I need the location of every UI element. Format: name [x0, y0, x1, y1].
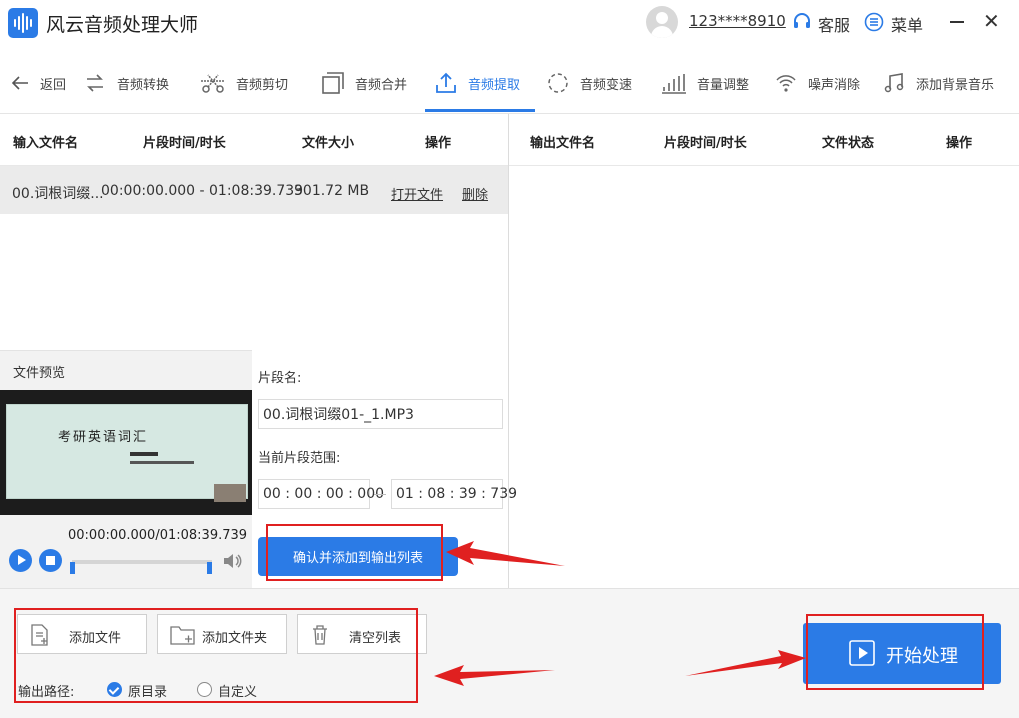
merge-icon [322, 72, 344, 94]
col-input-duration: 片段时间/时长 [143, 136, 226, 151]
delete-link[interactable]: 删除 [462, 184, 488, 203]
customer-service-button[interactable]: 客服 [818, 12, 850, 36]
close-button[interactable]: ✕ [983, 10, 1000, 32]
col-output-duration: 片段时间/时长 [664, 136, 747, 151]
col-input-action: 操作 [425, 136, 452, 151]
app-logo-icon [8, 8, 38, 38]
user-account-link[interactable]: 123****8910 [689, 12, 786, 30]
app-title: 风云音频处理大师 [46, 14, 199, 36]
annotation-box-confirm [266, 524, 443, 581]
convert-icon [87, 74, 103, 92]
menu-button[interactable]: 菜单 [891, 12, 923, 36]
active-tab-indicator [425, 109, 535, 112]
title-bar: 风云音频处理大师 123****8910 客服 菜单 ✕ [0, 0, 1019, 46]
segment-name-input[interactable]: 00.词根词缀01-_1.MP3 [258, 399, 503, 429]
tab-audio-speed[interactable]: 音频变速 [546, 68, 632, 98]
annotation-box-start [806, 614, 984, 690]
slide-text-line [130, 461, 194, 464]
tab-noise-removal[interactable]: 噪声消除 [774, 68, 860, 98]
presenter-video-thumbnail [214, 484, 246, 502]
range-slider[interactable] [72, 560, 212, 564]
tab-label: 音频合并 [355, 77, 408, 93]
tab-audio-merge[interactable]: 音频合并 [321, 68, 407, 98]
tab-label: 添加背景音乐 [916, 77, 995, 93]
menu-icon[interactable] [864, 12, 884, 32]
range-start-handle[interactable] [70, 562, 75, 574]
segment-range-label: 当前片段范围: [258, 451, 341, 466]
segment-name-label: 片段名: [258, 371, 302, 386]
back-label: 返回 [40, 77, 67, 93]
tab-audio-cut[interactable]: 音频剪切 [200, 68, 288, 98]
scissors-icon [201, 74, 225, 93]
divider [509, 165, 1019, 166]
noise-icon [776, 75, 796, 92]
panel-divider [508, 114, 509, 588]
slide-text-line [130, 452, 158, 456]
speed-icon [548, 73, 568, 93]
tab-volume-adjust[interactable]: 音量调整 [661, 68, 749, 98]
range-end-handle[interactable] [207, 562, 212, 574]
toolbar: 返回 音频转换 音频剪切 音频合并 音频提取 音频变速 音量调整 噪声消除 添加… [0, 56, 1019, 114]
row-duration: 00:00:00.000 - 01:08:39.739 [101, 183, 304, 199]
avatar[interactable] [646, 6, 678, 38]
annotation-arrow-confirm [446, 541, 565, 566]
row-filename: 00.词根词缀... [12, 186, 104, 202]
table-row[interactable]: 00.词根词缀... 00:00:00.000 - 01:08:39.739 3… [0, 166, 508, 214]
open-file-link[interactable]: 打开文件 [391, 184, 443, 203]
slide-title: 考研英语词汇 [58, 430, 149, 445]
tab-label: 音量调整 [697, 77, 750, 93]
headset-icon[interactable] [792, 12, 812, 32]
arrow-left-icon [11, 76, 28, 90]
play-button[interactable] [9, 549, 32, 572]
tab-audio-convert[interactable]: 音频转换 [83, 68, 169, 98]
tab-label: 音频提取 [468, 77, 521, 93]
back-button[interactable]: 返回 [10, 68, 66, 98]
volume-bars-icon [662, 74, 686, 94]
slide-frame [6, 404, 248, 499]
annotation-box-file-controls [14, 608, 418, 703]
tab-label: 音频转换 [117, 77, 170, 93]
preview-title: 文件预览 [13, 366, 66, 381]
col-input-size: 文件大小 [302, 136, 355, 151]
range-separator [374, 494, 386, 495]
range-start-input[interactable]: 00 : 00 : 00 : 000 [258, 479, 384, 509]
col-output-status: 文件状态 [822, 136, 875, 151]
col-input-filename: 输入文件名 [13, 136, 79, 151]
row-size: 301.72 MB [294, 183, 370, 199]
tab-audio-extract[interactable]: 音频提取 [434, 68, 520, 98]
tab-add-background-music[interactable]: 添加背景音乐 [882, 68, 994, 98]
range-end-input[interactable]: 01 : 08 : 39 : 739 [391, 479, 517, 509]
tab-label: 噪声消除 [808, 77, 861, 93]
playback-time: 00:00:00.000/01:08:39.739 [68, 528, 248, 543]
upload-icon [436, 72, 456, 93]
col-output-action: 操作 [946, 136, 973, 151]
tab-label: 音频剪切 [236, 77, 289, 93]
minimize-button[interactable] [950, 21, 964, 23]
volume-icon[interactable] [222, 552, 242, 570]
stop-button[interactable] [39, 549, 62, 572]
tab-label: 音频变速 [580, 77, 633, 93]
col-output-filename: 输出文件名 [530, 136, 596, 151]
music-note-icon [884, 73, 904, 93]
